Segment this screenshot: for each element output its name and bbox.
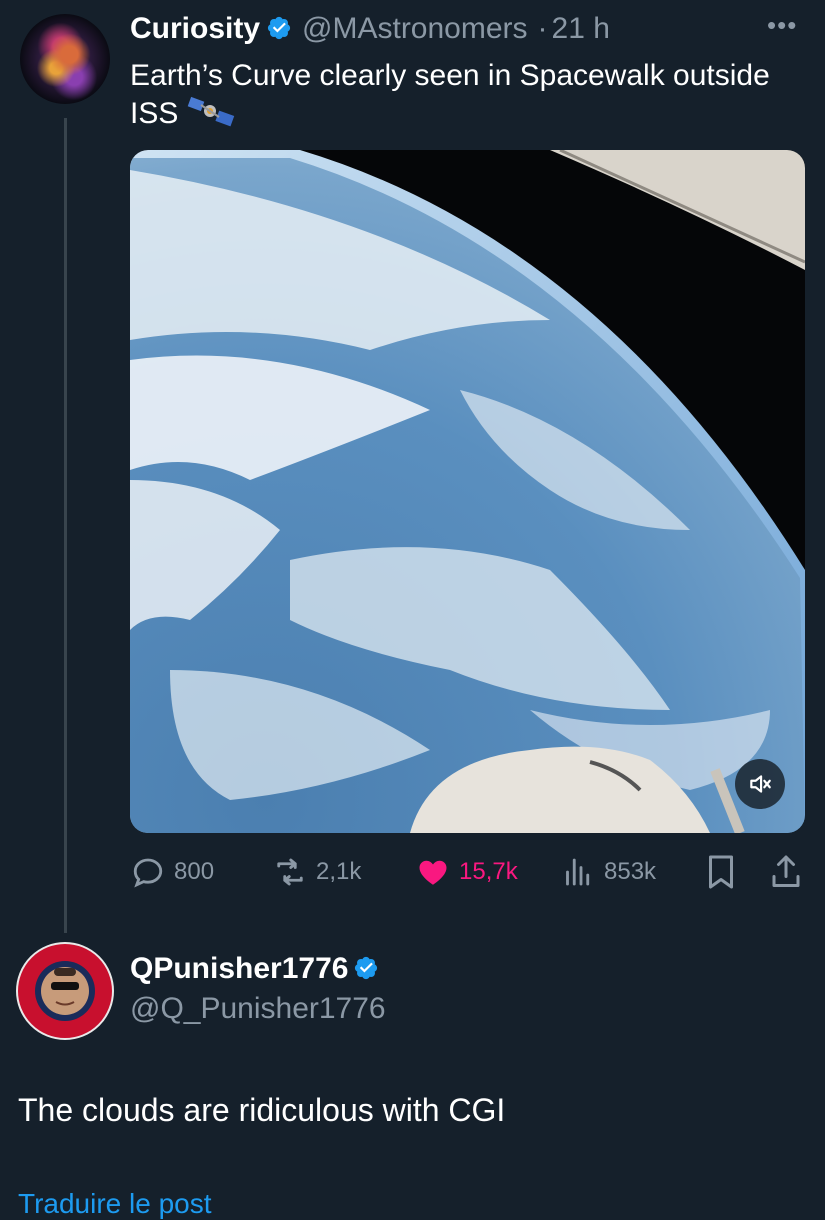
thread-connector-line [64,118,67,933]
reply-text: The clouds are ridiculous with CGI [18,1092,506,1128]
post-time[interactable]: 21 h [552,12,610,45]
mute-button[interactable] [735,759,785,809]
post-text: Earth’s Curve clearly seen in Spacewalk … [130,57,820,133]
views-button[interactable]: 853k [560,852,656,892]
reply-author-avatar[interactable] [16,942,114,1040]
reply-author-name[interactable]: QPunisher1776 [130,952,348,985]
verified-badge-icon [354,956,377,980]
repost-count: 2,1k [316,858,362,885]
share-button[interactable] [768,852,804,897]
post-video[interactable] [130,150,805,833]
like-count: 15,7k [459,858,518,885]
repost-button[interactable]: 2,1k [272,852,361,892]
reply-count: 800 [174,858,215,885]
share-icon [772,855,800,887]
post-header: Curiosity @MAstronomers · 21 h [130,12,616,46]
mute-icon [750,775,771,793]
like-button[interactable]: 15,7k [415,852,518,892]
verified-badge-icon [267,16,291,40]
author-avatar[interactable] [20,14,110,104]
punisher-badge-avatar [19,945,111,1037]
views-count: 853k [604,858,657,885]
views-chart-icon [566,858,590,886]
heart-icon [419,860,447,885]
satellite-icon [187,96,234,127]
reply-button[interactable]: 800 [130,852,214,892]
translate-post-link[interactable]: Traduire le post [18,1188,212,1220]
bookmark-button[interactable] [703,852,739,897]
bookmark-icon [709,855,733,889]
reply-icon [133,858,163,888]
repost-icon [277,858,303,886]
reply-author-handle[interactable]: @Q_Punisher1776 [130,992,386,1026]
separator: · [537,12,548,45]
reply-header: QPunisher1776 [130,952,379,986]
earth-video-frame [130,150,805,833]
author-name[interactable]: Curiosity [130,12,260,45]
more-horizontal-icon[interactable]: ••• [767,10,797,41]
author-handle[interactable]: @MAstronomers [302,12,528,45]
